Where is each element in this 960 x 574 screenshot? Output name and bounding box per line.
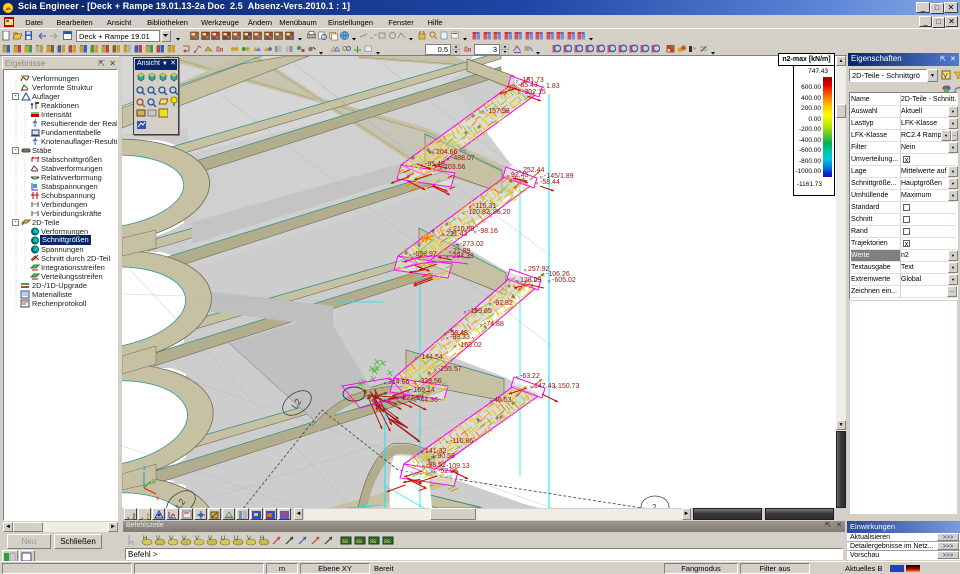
- svg-text:-90.58: -90.58: [435, 453, 455, 460]
- svg-text:V: V: [943, 73, 948, 80]
- svg-text:-92.82: -92.82: [493, 300, 513, 307]
- svg-text:128.09: 128.09: [520, 277, 542, 284]
- svg-text:-605.02: -605.02: [552, 277, 576, 284]
- svg-text:ss: ss: [384, 539, 390, 545]
- svg-text:-65.43: -65.43: [518, 82, 538, 89]
- svg-text:y: y: [152, 478, 155, 484]
- svg-text:ss: ss: [342, 539, 348, 545]
- svg-text:221.43: 221.43: [446, 231, 468, 238]
- svg-text:86.20: 86.20: [493, 209, 511, 216]
- svg-text:z: z: [143, 466, 146, 472]
- svg-text:-95.48: -95.48: [425, 161, 445, 168]
- svg-text:-74.88: -74.88: [484, 321, 504, 328]
- svg-text:46.53: 46.53: [494, 397, 512, 404]
- svg-text:-110.86: -110.86: [450, 438, 473, 445]
- svg-text:-163.02: -163.02: [458, 342, 482, 349]
- svg-text:-255.57: -255.57: [438, 366, 462, 373]
- svg-text:-488.07: -488.07: [451, 155, 475, 162]
- svg-text:-58.44: -58.44: [540, 179, 560, 186]
- svg-text:x: x: [156, 496, 159, 502]
- svg-text:-98.13: -98.13: [450, 334, 470, 341]
- svg-text:-273.02: -273.02: [460, 241, 484, 248]
- svg-text:U: U: [234, 536, 238, 542]
- svg-text:-44.36: -44.36: [418, 397, 438, 404]
- svg-text:V: V: [169, 536, 173, 542]
- svg-text:-658.97: -658.97: [413, 251, 437, 258]
- svg-text:U: U: [221, 536, 225, 542]
- svg-text:V: V: [247, 536, 251, 542]
- svg-text:-144.54: -144.54: [419, 354, 443, 361]
- svg-text:1.83: 1.83: [546, 83, 560, 90]
- svg-text:H: H: [260, 536, 264, 542]
- svg-text:-302.15: -302.15: [522, 89, 546, 96]
- svg-text:92.45: 92.45: [511, 172, 529, 179]
- svg-text:V: V: [208, 536, 212, 542]
- svg-text:-169.14: -169.14: [411, 387, 435, 394]
- svg-text:ss: ss: [356, 539, 362, 545]
- svg-text:147.43: 147.43: [534, 383, 556, 390]
- svg-text:ss: ss: [370, 539, 376, 545]
- svg-text:V: V: [195, 536, 199, 542]
- svg-text:H: H: [143, 536, 147, 542]
- svg-text:-159.65: -159.65: [468, 308, 492, 315]
- svg-text:-294.39: -294.39: [450, 253, 474, 260]
- svg-text:150.73: 150.73: [558, 383, 580, 390]
- svg-text:-323.56: -323.56: [418, 378, 442, 385]
- svg-text:V: V: [182, 536, 186, 542]
- svg-text:-98.16: -98.16: [478, 228, 498, 235]
- svg-text:-157.98: -157.98: [486, 108, 510, 115]
- svg-text:314.66: 314.66: [388, 379, 410, 386]
- svg-text:-52.96: -52.96: [438, 468, 458, 475]
- svg-text:V: V: [156, 536, 160, 542]
- svg-text:203.56: 203.56: [444, 164, 466, 171]
- svg-text:-120.82: -120.82: [466, 209, 490, 216]
- svg-text:-63.22: -63.22: [520, 373, 540, 380]
